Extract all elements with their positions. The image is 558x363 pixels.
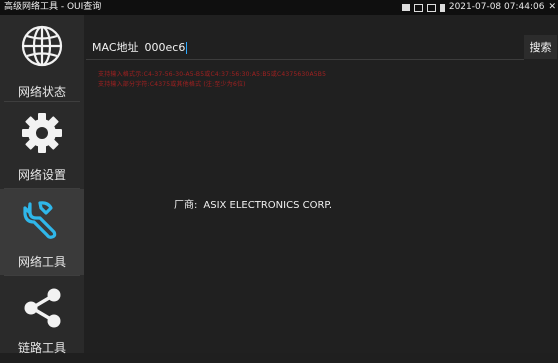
app-title: 高级网络工具 - OUI查询 [4, 2, 102, 12]
network-icon [413, 3, 423, 12]
status-bar: 高级网络工具 - OUI查询 2021-07-08 07:44:06 ✕ [0, 0, 558, 15]
sidebar: 网络状态 网络设置 网络工具 链路工具 [0, 15, 84, 355]
sidebar-item-label: 网络状态 [17, 85, 66, 99]
sidebar-item-label: 网络设置 [17, 168, 66, 182]
sidebar-item-label: 链路工具 [17, 341, 66, 355]
close-icon[interactable]: ✕ [548, 0, 556, 15]
clock: 2021-07-08 07:44:06 [448, 2, 545, 12]
text-caret [186, 41, 188, 54]
divider [4, 275, 80, 276]
share-icon [19, 285, 65, 331]
main-panel: MAC地址 000ec6 搜索 支持输入格式示:C4-37-56-30-A5-B… [84, 15, 558, 353]
status-icons: 2021-07-08 07:44:06 ✕ [401, 0, 558, 15]
sidebar-item-network-settings[interactable]: 网络设置 [0, 102, 84, 188]
globe-icon [19, 23, 65, 69]
gear-icon [19, 110, 65, 156]
vendor-label: 厂商: [174, 200, 198, 211]
format-hint-line-2: 支持输入部分字符:C4375或其他格式 (注:至少为6位) [98, 81, 246, 88]
sidebar-item-network-status[interactable]: 网络状态 [0, 15, 84, 101]
battery-icon [439, 3, 445, 12]
mac-input-value: 000ec6 [144, 40, 186, 54]
notification-icon [401, 4, 410, 11]
sidebar-item-link-tools[interactable]: 链路工具 [0, 277, 84, 363]
search-button[interactable]: 搜索 [524, 35, 557, 59]
sidebar-item-network-tools[interactable]: 网络工具 [0, 189, 84, 275]
mac-search-row: MAC地址 000ec6 [86, 35, 524, 60]
mac-address-input[interactable]: 000ec6 [145, 41, 188, 54]
signal-icon [426, 3, 436, 12]
wrench-icon [19, 197, 65, 243]
vendor-value: ASIX ELECTRONICS CORP. [203, 200, 333, 211]
sidebar-item-label: 网络工具 [17, 255, 66, 269]
mac-field-label: MAC地址 [92, 41, 139, 54]
format-hint-line-1: 支持输入格式示:C4-37-56-30-A5-B5或C4:37:56:30:A5… [98, 71, 327, 78]
vendor-result: 厂商: ASIX ELECTRONICS CORP. [174, 196, 338, 211]
